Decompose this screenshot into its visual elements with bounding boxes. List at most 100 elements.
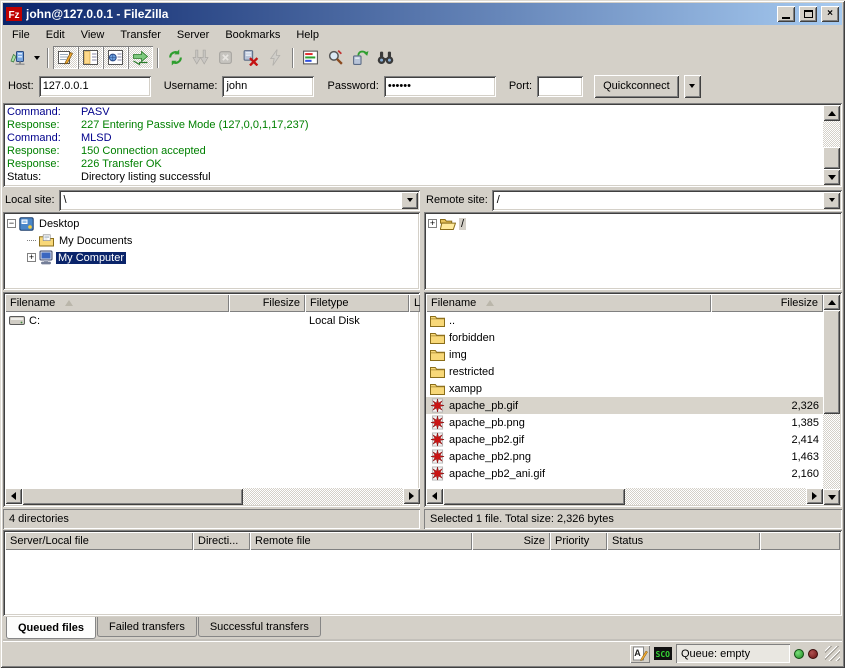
- remote-vertical-scrollbar[interactable]: [823, 294, 840, 505]
- column-header-filetype[interactable]: Filetype: [305, 294, 409, 312]
- log-line-message: 150 Connection accepted: [81, 145, 206, 158]
- file-row-apache-pb2-gif[interactable]: apache_pb2.gif2,414: [426, 431, 823, 448]
- close-button[interactable]: ×: [821, 6, 839, 22]
- tab-queued-files[interactable]: Queued files: [6, 617, 96, 639]
- quickconnect-button[interactable]: Quickconnect: [594, 75, 679, 98]
- scroll-left-button[interactable]: [5, 488, 22, 504]
- toggle-log-view-button[interactable]: [53, 46, 78, 69]
- folder-icon: [430, 366, 445, 378]
- column-header-filesize[interactable]: Filesize: [229, 294, 305, 312]
- site-manager-button[interactable]: [5, 46, 30, 69]
- site-manager-button-dropdown[interactable]: [30, 46, 43, 69]
- scroll-thumb[interactable]: [823, 147, 840, 169]
- file-row-c[interactable]: C:Local Disk: [5, 312, 420, 329]
- collapse-icon[interactable]: −: [7, 219, 16, 228]
- scroll-track[interactable]: [22, 488, 403, 505]
- file-row-item[interactable]: ..: [426, 312, 823, 329]
- filesize-text: 2,326: [791, 400, 819, 412]
- resize-grip[interactable]: [825, 646, 840, 661]
- file-row-apache-pb-gif[interactable]: apache_pb.gif2,326: [426, 397, 823, 414]
- scroll-down-button[interactable]: [823, 489, 840, 505]
- remote-pane: Remote site: / +/ FilenameFilesize ..for…: [424, 189, 842, 529]
- synchronized-browsing-button[interactable]: [348, 46, 373, 69]
- minimize-button[interactable]: [777, 6, 795, 22]
- scroll-right-button[interactable]: [806, 488, 823, 504]
- scroll-up-button[interactable]: [823, 294, 840, 310]
- scroll-right-button[interactable]: [403, 488, 420, 504]
- scroll-thumb[interactable]: [22, 488, 243, 505]
- file-row-forbidden[interactable]: forbidden: [426, 329, 823, 346]
- port-input[interactable]: [537, 76, 583, 97]
- menu-item-server[interactable]: Server: [169, 27, 217, 43]
- file-row-apache-pb-png[interactable]: apache_pb.png1,385: [426, 414, 823, 431]
- toggle-remote-tree-button[interactable]: [103, 46, 128, 69]
- directory-comparison-button[interactable]: [373, 46, 398, 69]
- expand-icon[interactable]: +: [27, 253, 36, 262]
- scroll-thumb[interactable]: [443, 488, 625, 505]
- username-input[interactable]: [222, 76, 314, 97]
- menu-item-file[interactable]: File: [4, 27, 38, 43]
- tree-item-desktop[interactable]: −Desktop: [5, 215, 418, 232]
- maximize-button[interactable]: [799, 6, 817, 22]
- tab-failed-transfers[interactable]: Failed transfers: [97, 617, 197, 637]
- toggle-local-tree-button[interactable]: [78, 46, 103, 69]
- remote-horizontal-scrollbar[interactable]: [426, 488, 823, 505]
- file-row-apache-pb2-png[interactable]: apache_pb2.png1,463: [426, 448, 823, 465]
- queue-column-header-status[interactable]: Status: [607, 532, 760, 550]
- column-header-l[interactable]: L: [409, 294, 420, 312]
- window-title: john@127.0.0.1 - FileZilla: [26, 7, 773, 21]
- tree-item-item[interactable]: +/: [426, 215, 840, 232]
- queue-column-header-priority[interactable]: Priority: [550, 532, 607, 550]
- filter-button[interactable]: [298, 46, 323, 69]
- scroll-thumb[interactable]: [823, 310, 840, 414]
- scroll-track[interactable]: [823, 121, 840, 169]
- column-header-filesize[interactable]: Filesize: [711, 294, 823, 312]
- find-files-button[interactable]: [323, 46, 348, 69]
- tab-successful-transfers[interactable]: Successful transfers: [198, 617, 321, 637]
- menu-item-view[interactable]: View: [73, 27, 113, 43]
- menu-item-bookmarks[interactable]: Bookmarks: [217, 27, 288, 43]
- queue-column-header-server-local-file[interactable]: Server/Local file: [5, 532, 193, 550]
- menu-item-help[interactable]: Help: [288, 27, 327, 43]
- local-site-combobox[interactable]: \: [59, 190, 420, 211]
- arrow-right-icon: [409, 492, 414, 500]
- remote-site-dropdown-button[interactable]: [823, 192, 840, 209]
- tree-item-label: My Computer: [56, 252, 126, 264]
- scroll-left-button[interactable]: [426, 488, 443, 504]
- filename-cell: apache_pb2.gif: [426, 432, 711, 447]
- maximize-icon: [804, 10, 813, 18]
- refresh-button[interactable]: [163, 46, 188, 69]
- quickconnect-dropdown-button[interactable]: [684, 75, 701, 98]
- scroll-down-button[interactable]: [823, 169, 840, 185]
- file-row-apache-pb2-ani-gif[interactable]: apache_pb2_ani.gif2,160: [426, 465, 823, 482]
- password-input[interactable]: [384, 76, 496, 97]
- scroll-track[interactable]: [823, 310, 840, 489]
- column-header-filename[interactable]: Filename: [426, 294, 711, 312]
- column-header-filename[interactable]: Filename: [5, 294, 229, 312]
- file-row-img[interactable]: img: [426, 346, 823, 363]
- queue-column-header-size[interactable]: Size: [472, 532, 550, 550]
- menu-item-edit[interactable]: Edit: [38, 27, 73, 43]
- remote-site-combobox[interactable]: /: [492, 190, 842, 211]
- local-site-label: Local site:: [3, 194, 59, 206]
- status-bar: A SCO Queue: empty: [3, 641, 842, 665]
- toggle-queue-view-button[interactable]: [128, 46, 153, 69]
- scroll-track[interactable]: [443, 488, 806, 505]
- expand-icon[interactable]: +: [428, 219, 437, 228]
- menu-item-transfer[interactable]: Transfer: [112, 27, 169, 43]
- transfer-type-ascii-icon[interactable]: A: [630, 645, 650, 663]
- log-line-type: Response:: [7, 145, 81, 158]
- host-input[interactable]: [39, 76, 151, 97]
- remote-file-list: FilenameFilesize ..forbiddenimgrestricte…: [424, 292, 842, 507]
- file-row-restricted[interactable]: restricted: [426, 363, 823, 380]
- file-row-xampp[interactable]: xampp: [426, 380, 823, 397]
- queue-column-header-remote-file[interactable]: Remote file: [250, 532, 472, 550]
- tree-item-my-documents[interactable]: My Documents: [5, 232, 418, 249]
- tree-item-my-computer[interactable]: + My Computer: [5, 249, 418, 266]
- log-scrollbar[interactable]: [823, 105, 840, 185]
- local-site-dropdown-button[interactable]: [401, 192, 418, 209]
- local-horizontal-scrollbar[interactable]: [5, 488, 420, 505]
- scroll-up-button[interactable]: [823, 105, 840, 121]
- disconnect-button[interactable]: [238, 46, 263, 69]
- queue-column-header-directi[interactable]: Directi...: [193, 532, 250, 550]
